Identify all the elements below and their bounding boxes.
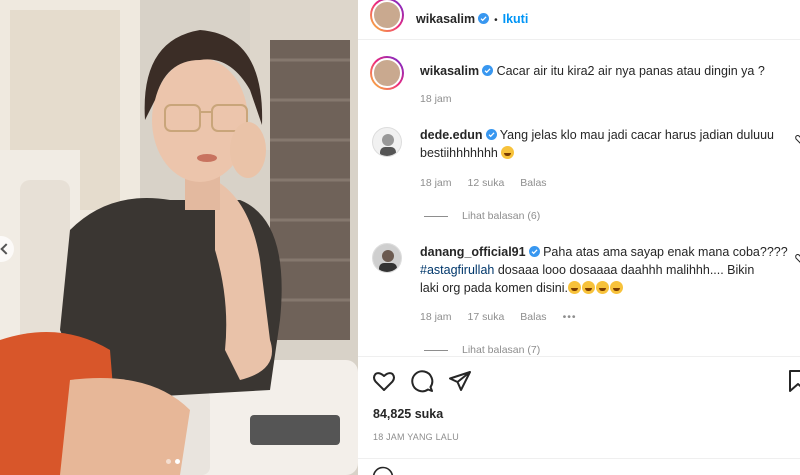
comment-avatar[interactable]: [372, 243, 402, 273]
comment-likes[interactable]: 17 suka: [468, 311, 505, 323]
carousel-dot: [166, 459, 171, 464]
emoji-picker-icon[interactable]: [372, 466, 394, 475]
comment-icon[interactable]: [410, 369, 434, 393]
view-replies-button[interactable]: Lihat balasan (7): [424, 344, 540, 356]
caption-author-avatar[interactable]: [370, 56, 404, 90]
comment-meta: 18 jam 12 suka Balas: [420, 177, 547, 189]
caption-author[interactable]: wikasalim: [420, 64, 479, 78]
separator-dot: •: [494, 15, 498, 26]
view-replies-label: Lihat balasan (6): [462, 210, 541, 222]
laughing-emoji-icon: [610, 281, 623, 294]
comment-meta: 18 jam 17 suka Balas •••: [420, 311, 577, 323]
post-side-panel: wikasalim • Ikuti wikasalim Cacar air itu …: [358, 0, 800, 475]
more-icon[interactable]: •••: [563, 311, 577, 323]
comment-text-line2: dosaaa looo dosaaaa daahhh malihhh.... B…: [494, 263, 755, 277]
heart-icon[interactable]: [372, 369, 396, 393]
comment-time[interactable]: 18 jam: [420, 177, 452, 189]
comment-like-heart-icon[interactable]: [795, 134, 800, 144]
comment-text-line1: Paha atas ama sayap enak mana coba????: [543, 245, 788, 259]
comment-author[interactable]: danang_official91: [420, 245, 526, 259]
carousel-dot-active: [175, 459, 180, 464]
laughing-emoji-icon: [501, 146, 515, 159]
follow-button[interactable]: Ikuti: [503, 12, 529, 26]
comment-author[interactable]: dede.edun: [420, 128, 483, 142]
verified-badge-icon: [482, 65, 494, 76]
post-photo: [0, 0, 358, 475]
verified-badge-icon: [478, 13, 490, 24]
comment: danang_official91 Paha atas ama sayap en…: [420, 243, 790, 297]
post-time[interactable]: 18 JAM YANG LALU: [373, 432, 459, 442]
caption: wikasalim Cacar air itu kira2 air nya pa…: [420, 62, 790, 80]
comment-likes[interactable]: 12 suka: [468, 177, 505, 189]
share-icon[interactable]: [448, 369, 472, 393]
comment-like-heart-icon[interactable]: [795, 253, 800, 263]
comment-hashtag[interactable]: #astagfirullah: [420, 263, 494, 277]
author-avatar[interactable]: [370, 0, 404, 32]
add-comment-bar: [358, 458, 800, 475]
bookmark-icon[interactable]: [786, 369, 800, 393]
comment: dede.edun Yang jelas klo mau jadi cacar …: [420, 126, 790, 162]
post-header: wikasalim • Ikuti: [358, 0, 800, 40]
author-username[interactable]: wikasalim: [416, 12, 475, 26]
comment-text-line1: Yang jelas klo mau jadi cacar harus jadi…: [499, 128, 775, 142]
caption-meta: 18 jam: [420, 93, 452, 105]
verified-badge-icon: [485, 129, 497, 140]
like-count[interactable]: 84,825 suka: [373, 407, 443, 421]
laughing-emoji-icon: [582, 281, 595, 294]
caption-time[interactable]: 18 jam: [420, 93, 452, 105]
comment-text-line3: laki org pada komen disini.: [420, 281, 568, 295]
verified-badge-icon: [528, 246, 540, 257]
view-replies-button[interactable]: Lihat balasan (6): [424, 210, 540, 222]
carousel-indicator: [166, 459, 180, 464]
comment-reply-button[interactable]: Balas: [520, 177, 546, 189]
view-replies-label: Lihat balasan (7): [462, 344, 541, 356]
comment-avatar[interactable]: [372, 127, 402, 157]
comment-text-line2: bestiihhhhhhh: [420, 146, 498, 160]
laughing-emoji-icon: [568, 281, 581, 294]
comment-reply-button[interactable]: Balas: [520, 311, 546, 323]
caption-text: Cacar air itu kira2 air nya panas atau d…: [496, 64, 765, 78]
post-media[interactable]: [0, 0, 358, 475]
comment-time[interactable]: 18 jam: [420, 311, 452, 323]
laughing-emoji-icon: [596, 281, 609, 294]
